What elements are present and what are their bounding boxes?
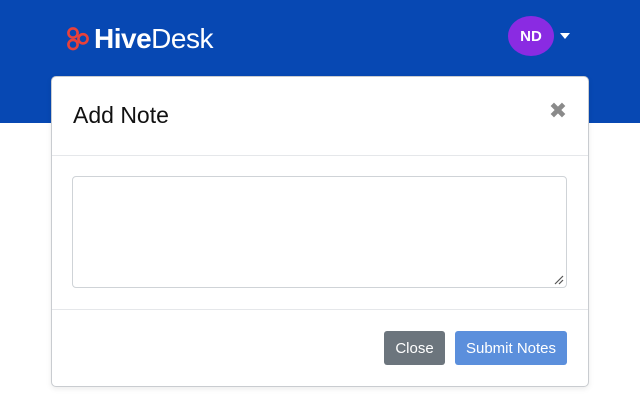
avatar[interactable]: ND [508, 16, 554, 56]
caret-down-icon[interactable] [560, 33, 570, 39]
modal-body [52, 156, 588, 310]
brand-name-light: Desk [151, 23, 213, 54]
modal-header: Add Note ✖ [52, 77, 588, 156]
add-note-modal: Add Note ✖ Close Submit Notes [51, 76, 589, 387]
close-button[interactable]: Close [384, 331, 445, 365]
resize-grip-icon[interactable] [554, 275, 564, 285]
hive-logo-icon [67, 27, 89, 51]
brand-name-bold: Hive [94, 23, 152, 54]
close-icon[interactable]: ✖ [546, 99, 570, 123]
brand-logo[interactable]: HiveDesk [66, 22, 213, 56]
submit-notes-button[interactable]: Submit Notes [455, 331, 567, 365]
modal-title: Add Note [73, 102, 169, 128]
modal-footer: Close Submit Notes [52, 310, 588, 385]
user-menu-toggle[interactable]: ND [508, 16, 570, 56]
brand-name: HiveDesk [94, 22, 213, 56]
note-textarea[interactable] [72, 176, 567, 288]
page: HiveDesk ND Add Note ✖ Close Submit Note… [0, 0, 640, 400]
